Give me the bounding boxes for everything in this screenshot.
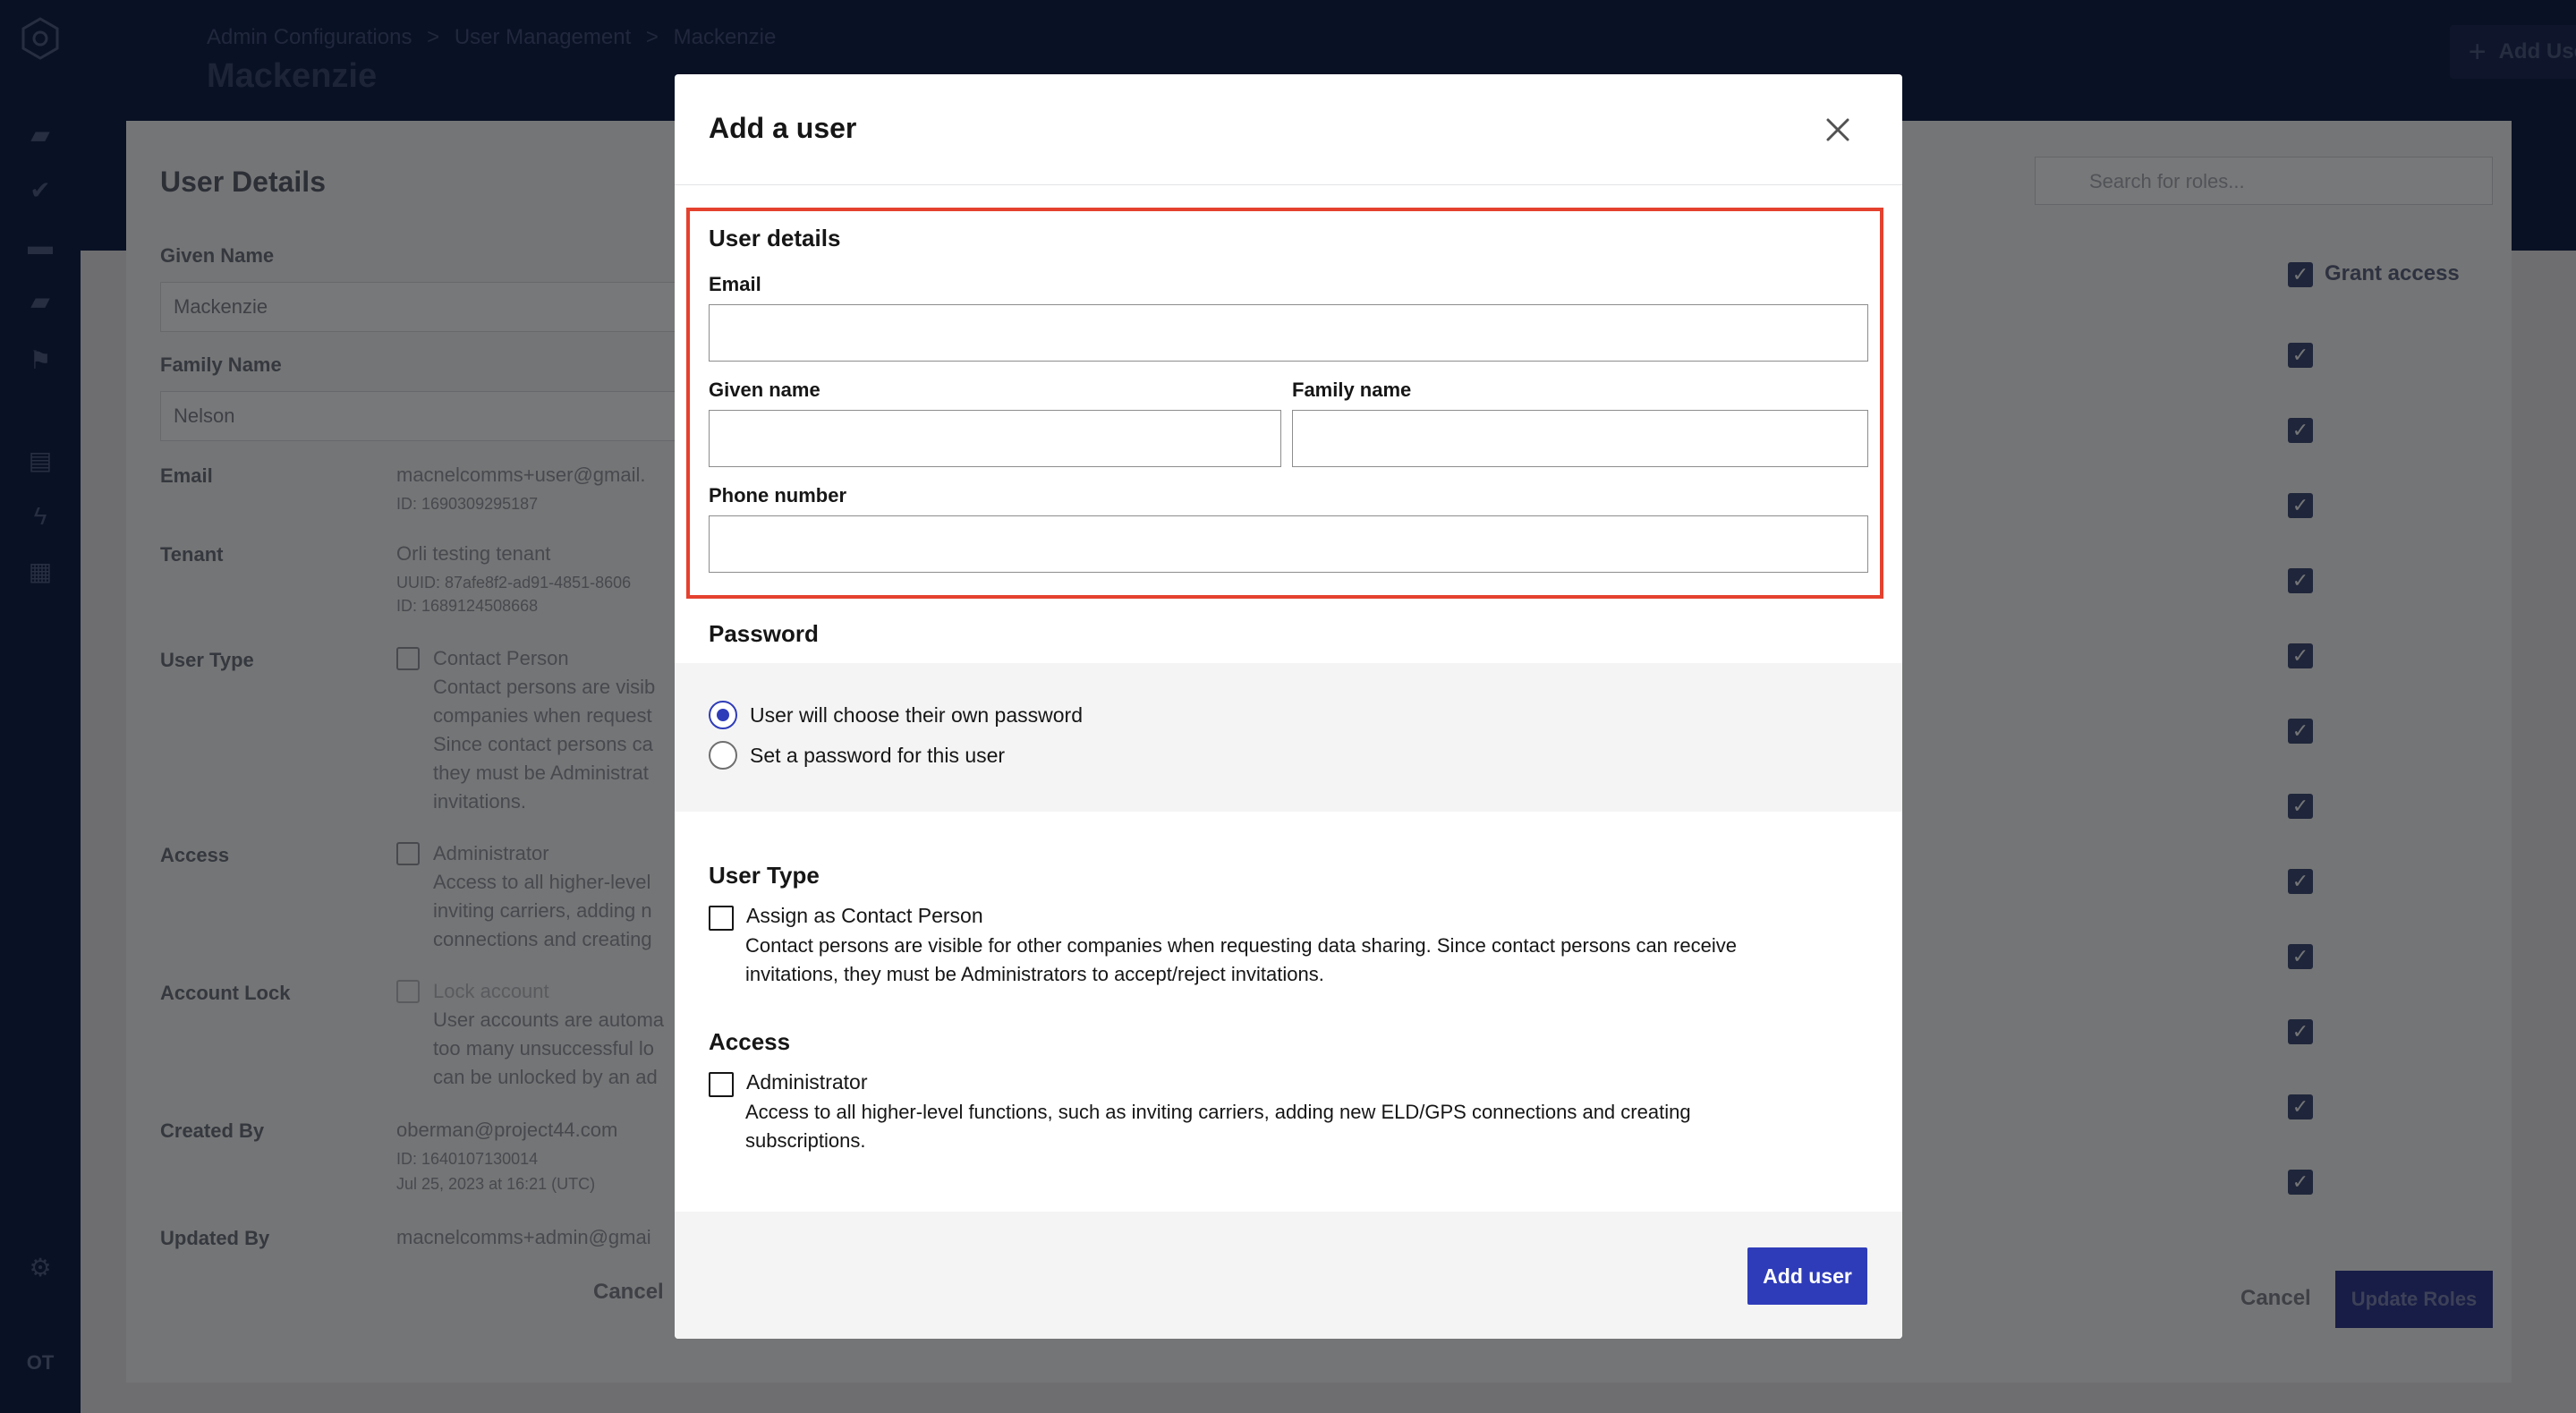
password-options: User will choose their own password Set … xyxy=(675,663,1902,812)
user-details-section-title: User details xyxy=(709,225,841,251)
contact-person-option[interactable]: Assign as Contact Person xyxy=(709,904,983,931)
administrator-checkbox[interactable] xyxy=(709,1072,734,1097)
modal-footer: Add user xyxy=(675,1212,1902,1339)
own-password-option[interactable]: User will choose their own password xyxy=(709,701,1083,729)
contact-person-label: Assign as Contact Person xyxy=(746,904,983,927)
set-password-radio[interactable] xyxy=(709,741,737,770)
email-input[interactable] xyxy=(709,304,1868,362)
email-label: Email xyxy=(709,273,761,295)
own-password-label: User will choose their own password xyxy=(750,702,1083,727)
given-name-label: Given name xyxy=(709,379,820,401)
close-button[interactable] xyxy=(1820,112,1856,148)
password-section-title: Password xyxy=(709,620,819,647)
phone-number-input[interactable] xyxy=(709,515,1868,573)
administrator-option[interactable]: Administrator xyxy=(709,1070,867,1097)
contact-person-desc-line: invitations, they must be Administrators… xyxy=(745,963,1324,985)
administrator-label: Administrator xyxy=(746,1070,868,1094)
family-name-input[interactable] xyxy=(1292,410,1868,467)
user-type-section-title: User Type xyxy=(709,862,820,889)
given-name-input[interactable] xyxy=(709,410,1281,467)
close-icon xyxy=(1826,118,1849,141)
administrator-desc-line: subscriptions. xyxy=(745,1129,866,1152)
contact-person-checkbox[interactable] xyxy=(709,906,734,931)
add-user-submit-button[interactable]: Add user xyxy=(1747,1247,1867,1305)
phone-number-label: Phone number xyxy=(709,484,847,506)
family-name-label: Family name xyxy=(1292,379,1412,401)
access-section-title: Access xyxy=(709,1028,791,1055)
own-password-radio[interactable] xyxy=(709,701,737,729)
modal-header: Add a user xyxy=(675,74,1902,185)
set-password-label: Set a password for this user xyxy=(750,743,1006,767)
add-user-modal: Add a user User details Email Given name… xyxy=(675,74,1902,1339)
modal-title: Add a user xyxy=(709,112,857,144)
administrator-desc-line: Access to all higher-level functions, su… xyxy=(745,1101,1691,1123)
set-password-option[interactable]: Set a password for this user xyxy=(709,741,1005,770)
contact-person-desc-line: Contact persons are visible for other co… xyxy=(745,934,1737,957)
